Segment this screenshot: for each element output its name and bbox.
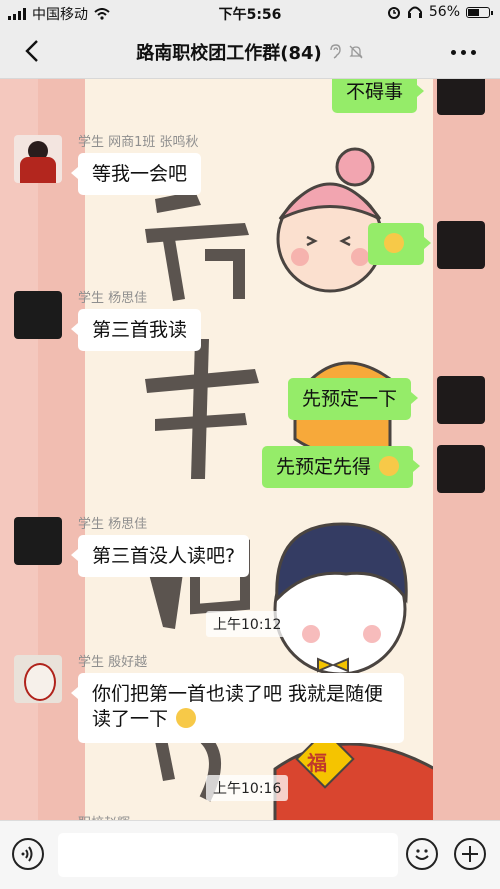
blessing-char: 福 [307, 751, 327, 775]
message-text: 第三首没人读吧? [92, 545, 236, 567]
sender-name: 学生 殷好越 [78, 655, 148, 670]
input-bar [0, 820, 500, 889]
message-bubble-incoming[interactable]: 第三首我读 [70, 309, 202, 351]
status-bar: 中国移动 下午5:56 56% [0, 0, 500, 26]
message-bubble-outgoing[interactable]: 不碍事 [332, 79, 425, 113]
smiley-icon [415, 849, 429, 860]
message-text: 第三首我读 [92, 319, 188, 341]
message-text: 你们把第一首也读了吧 我就是随便读了一下 [92, 683, 384, 730]
voice-icon [21, 846, 33, 862]
message-text: 不碍事 [346, 81, 404, 103]
message-bubble-outgoing[interactable]: 先预定先得 [262, 446, 421, 488]
message-bubble-outgoing[interactable]: 先预定一下 [288, 378, 419, 420]
my-avatar[interactable] [437, 376, 485, 424]
emoji-button[interactable] [406, 838, 438, 870]
message-text: 先预定先得 [276, 456, 372, 478]
my-avatar[interactable] [437, 221, 485, 269]
my-avatar[interactable] [437, 79, 485, 115]
chat-title: 路南职校团工作群(84) [0, 39, 500, 65]
avatar[interactable] [14, 517, 62, 565]
message-bubble-incoming[interactable]: 等我一会吧 [70, 153, 202, 195]
smirk-emoji-icon [384, 233, 404, 253]
bell-off-icon [349, 45, 363, 59]
sender-name: 职校赵辉 [78, 812, 130, 820]
group-name: 路南职校团工作群(84) [136, 43, 322, 64]
more-actions-button[interactable] [454, 838, 486, 870]
more-options-button[interactable] [451, 50, 476, 55]
message-bubble-incoming[interactable]: 你们把第一首也读了吧 我就是随便读了一下 [71, 673, 404, 743]
laugh-cry-emoji-icon [176, 707, 197, 728]
chat-area[interactable]: 意如事萬 福 [0, 79, 500, 820]
ear-icon [330, 44, 341, 59]
plus-icon [462, 846, 478, 862]
message-bubble-outgoing[interactable] [368, 223, 431, 265]
message-input[interactable] [58, 833, 398, 877]
sender-name: 学生 网商1班 张鸣秋 [78, 135, 199, 150]
timestamp: 上午10:16 [206, 775, 289, 801]
sender-name: 学生 杨思佳 [78, 517, 148, 532]
avatar[interactable] [14, 655, 62, 703]
avatar[interactable] [14, 135, 62, 183]
avatar[interactable] [14, 291, 62, 339]
battery-icon [466, 6, 493, 18]
alarm-icon [387, 7, 400, 19]
headphones-icon [407, 6, 422, 18]
message-text: 等我一会吧 [92, 163, 188, 185]
wallpaper-stripe [0, 79, 38, 820]
timestamp: 上午10:12 [206, 611, 289, 637]
message-text: 先预定一下 [302, 388, 398, 410]
message-bubble-incoming[interactable]: 第三首没人读吧? [70, 535, 250, 577]
my-avatar[interactable] [437, 445, 485, 493]
cat-emoji-icon [379, 456, 400, 476]
battery-percent: 56% [428, 4, 460, 20]
chat-header: 路南职校团工作群(84) [0, 26, 500, 79]
voice-input-button[interactable] [12, 838, 44, 870]
sender-name: 学生 杨思佳 [78, 291, 148, 306]
